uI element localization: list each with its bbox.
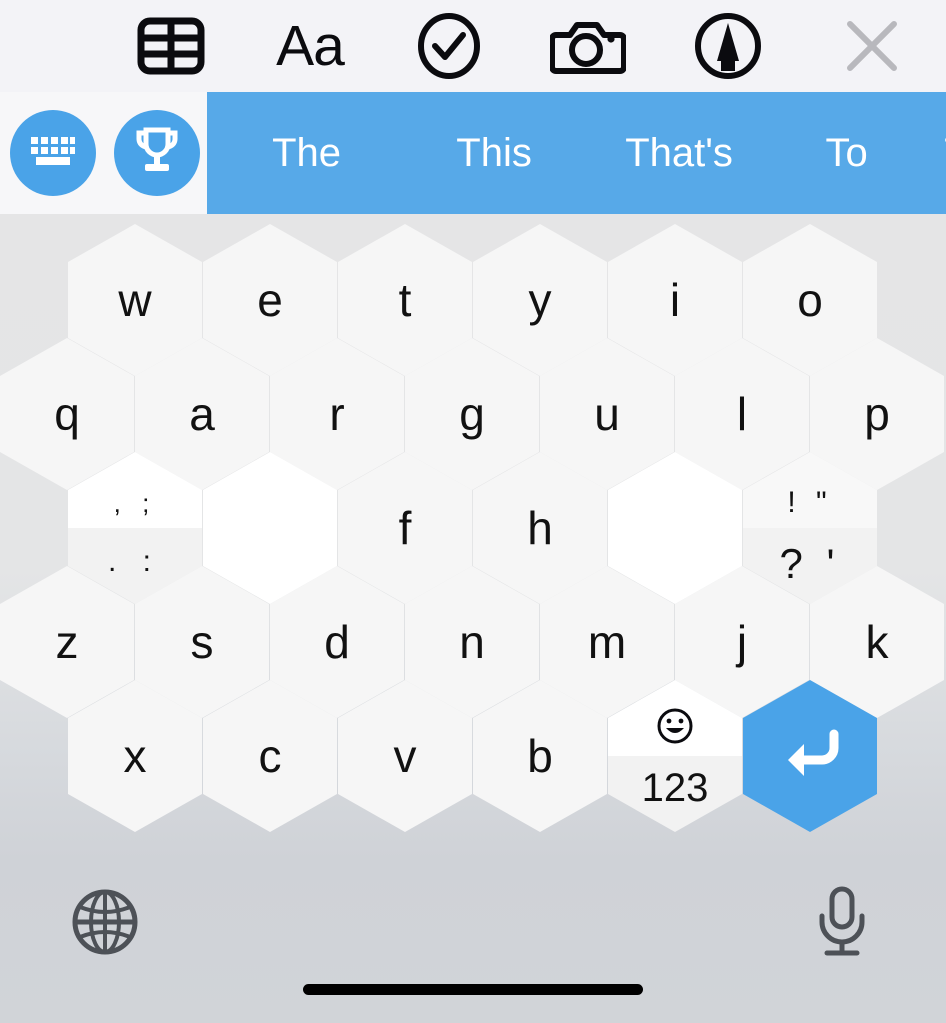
key-punctuation-right-top-label: ! ": [787, 486, 833, 519]
top-toolbar: Aa: [0, 0, 946, 92]
table-icon: [137, 17, 205, 75]
text-format-button[interactable]: Aa: [240, 0, 380, 92]
close-button[interactable]: [798, 0, 946, 92]
text-format-icon: Aa: [276, 14, 345, 78]
markup-pen-icon: [693, 11, 763, 81]
checklist-button[interactable]: [380, 0, 518, 92]
table-icon-button[interactable]: [0, 0, 240, 92]
trophy-icon: [133, 126, 181, 181]
bottom-bar: [0, 860, 946, 1023]
close-icon: [842, 16, 902, 76]
suggestion-actions: [0, 92, 207, 214]
key-numeric-half[interactable]: 123: [608, 756, 742, 832]
hex-keyboard: w e t y i o q a r g u l p , ; . : f h ! …: [0, 214, 946, 860]
keyboard-switch-button[interactable]: [10, 110, 96, 196]
dictation-button[interactable]: [800, 882, 884, 966]
keyboard-icon: [28, 132, 78, 175]
trophy-button[interactable]: [114, 110, 200, 196]
camera-icon: [550, 15, 626, 77]
return-arrow-icon: [774, 722, 846, 791]
microphone-icon: [812, 884, 872, 965]
keyboard-screen: Aa The This That's To w e t y i o q a r …: [0, 0, 946, 1023]
suggestion-item-4[interactable]: T: [917, 131, 946, 176]
suggestion-item-0[interactable]: The: [207, 131, 407, 176]
home-indicator[interactable]: [303, 984, 643, 995]
globe-icon: [69, 886, 141, 963]
suggestion-item-1[interactable]: This: [407, 131, 582, 176]
markup-button[interactable]: [658, 0, 798, 92]
suggestion-strip: The This That's To T: [206, 92, 946, 214]
emoji-smiley-icon: [656, 706, 694, 752]
camera-button[interactable]: [518, 0, 658, 92]
globe-button[interactable]: [63, 882, 147, 966]
key-numeric-label: 123: [641, 766, 709, 810]
checkmark-circle-icon: [416, 12, 482, 80]
suggestion-item-2[interactable]: That's: [582, 131, 777, 176]
suggestion-item-3[interactable]: To: [777, 131, 917, 176]
key-punctuation-right-bottom-label: ? ': [779, 540, 841, 587]
key-punctuation-left-bottom-label: . :: [107, 545, 160, 578]
key-punctuation-left-top-label: , ;: [113, 488, 157, 518]
suggestion-row: The This That's To T: [0, 92, 946, 214]
